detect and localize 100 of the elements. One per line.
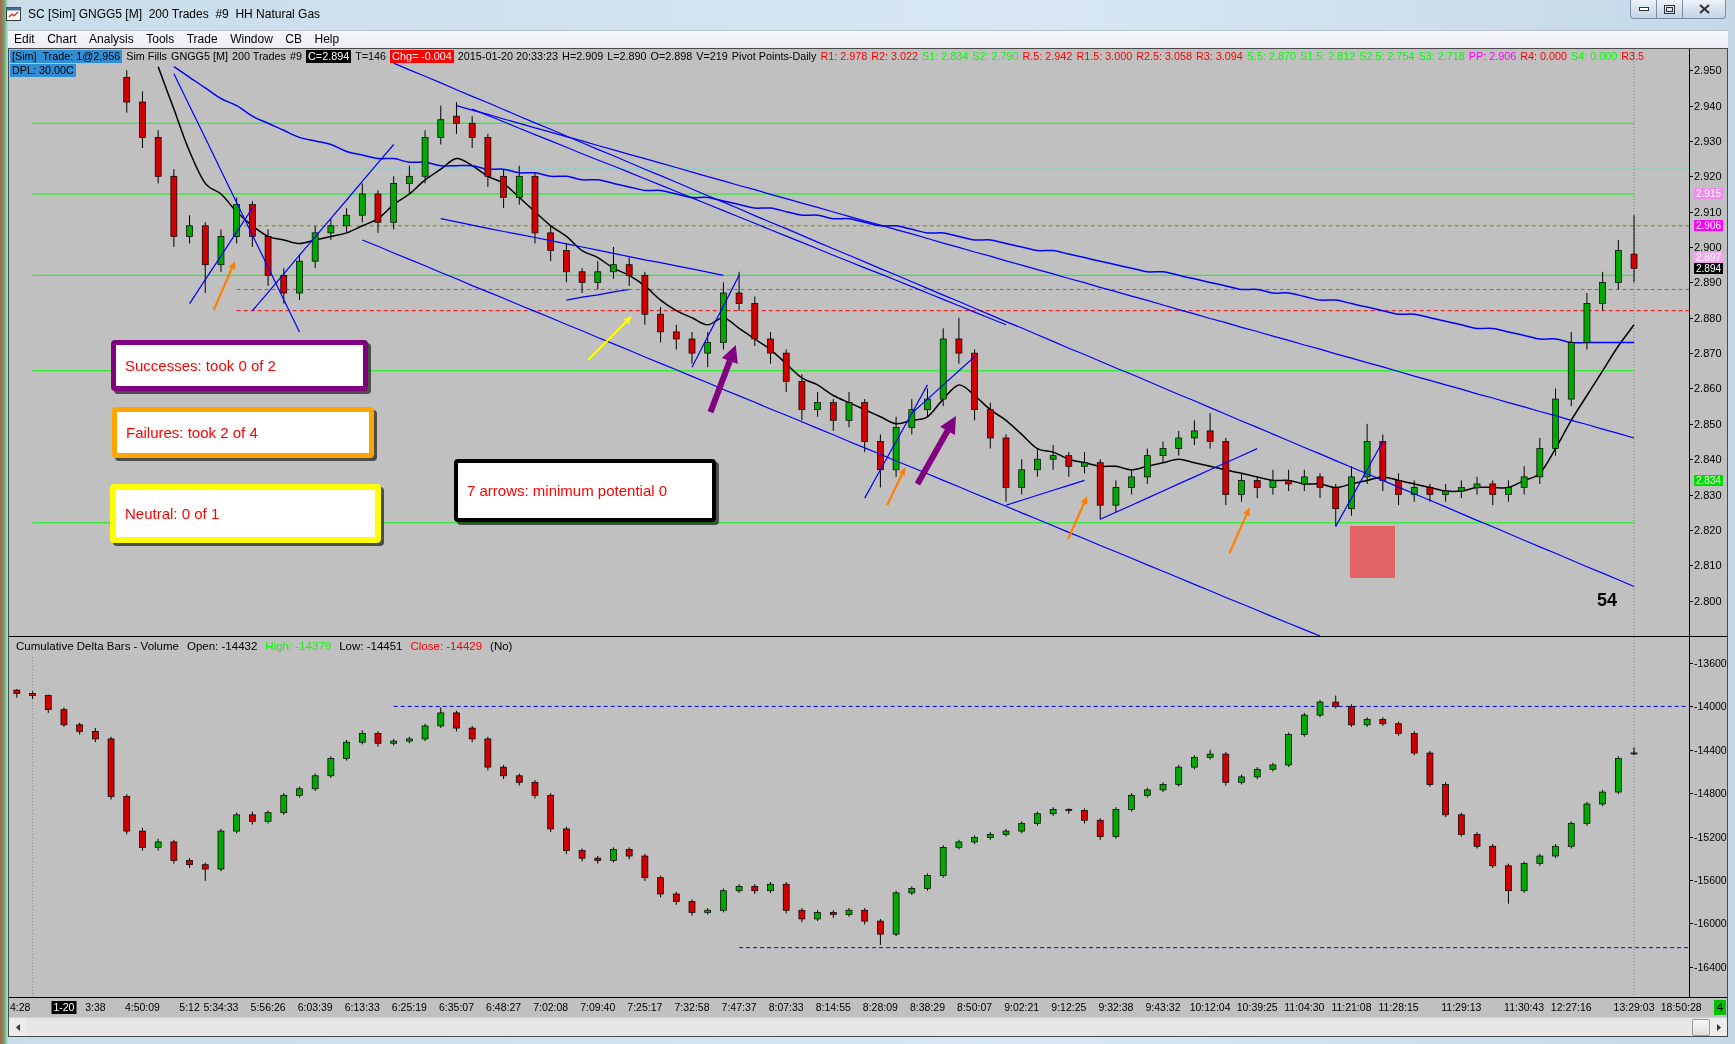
annotation-label: Successes: took 0 of 2	[111, 340, 368, 391]
time-label: 13:29:03	[1613, 1001, 1655, 1014]
window-title: SC [Sim] GNGG5 [M] 200 Trades #9 HH Natural Gas	[28, 6, 321, 22]
price-scale-label: 2.880	[1690, 311, 1722, 324]
annotation-label: Failures: took 2 of 4	[112, 407, 374, 458]
chart-info-text: H=2.909	[562, 50, 604, 63]
time-label: 12:27:16	[1550, 1001, 1592, 1014]
time-label: 18:50:28	[1660, 1001, 1702, 1014]
price-scale-label: 2.910	[1690, 205, 1722, 218]
time-label: 3:38	[85, 1001, 106, 1014]
pivot-level-text: R1: 2.978	[820, 50, 868, 63]
time-label: 6:48:27	[486, 1001, 522, 1014]
price-scale-label: 2.950	[1690, 64, 1722, 77]
price-tag: 2.906	[1694, 220, 1724, 232]
time-label: 11:29:13	[1441, 1001, 1482, 1014]
time-label: 9:32:38	[1098, 1001, 1134, 1014]
price-scale-label: 2.870	[1690, 347, 1722, 360]
last-price-tag: C=2.894	[306, 50, 352, 63]
price-scale-label: 2.940	[1690, 99, 1722, 112]
pivot-level-text: PP: 2.906	[1468, 50, 1517, 63]
pivot-level-text: S2: 2.790	[972, 50, 1019, 63]
chart-info-text: 2015-01-20 20:33:23	[457, 50, 559, 63]
time-label: 6:25:19	[391, 1001, 427, 1014]
time-label: 4:50:09	[124, 1001, 160, 1014]
time-label: 6:35:07	[438, 1001, 474, 1014]
status-counter: 4	[1713, 1000, 1726, 1015]
indicator-stat: Open: -14432	[187, 639, 258, 653]
time-label: 8:50:07	[957, 1001, 993, 1014]
annotation-label: 7 arrows: minimum potential 0	[454, 459, 716, 522]
time-label: 7:32:58	[674, 1001, 710, 1014]
price-scale-label: 2.930	[1690, 134, 1722, 147]
delta-scale-label: -14400	[1690, 743, 1727, 756]
pivot-level-text: S3: 2.718	[1418, 50, 1465, 63]
annotation-label: Neutral: 0 of 1	[110, 484, 381, 543]
chart-info-text: O=2.898	[650, 50, 693, 63]
time-label: 8:38:29	[910, 1001, 945, 1014]
time-label: 8:14:55	[815, 1001, 851, 1014]
pivot-level-text: S1: 2.834	[922, 50, 969, 63]
price-tag: 2.915	[1694, 188, 1724, 200]
delta-scale-label: -16400	[1690, 960, 1727, 973]
account-tag: [Sim] Trade: 1@2.956	[10, 50, 123, 63]
date-label: 1-20	[51, 1001, 77, 1014]
chart-info-text: L=2.890	[607, 50, 647, 63]
time-label: 9:43:32	[1145, 1001, 1181, 1014]
time-label: 7:47:37	[721, 1001, 757, 1014]
price-scale-label: 2.920	[1690, 170, 1722, 183]
time-label: 10:12:04	[1189, 1001, 1231, 1014]
price-tag: 2.834	[1694, 474, 1724, 486]
time-label: 5:56:26	[250, 1001, 286, 1014]
time-label: 9:12:25	[1051, 1001, 1087, 1014]
indicator-stat: High: -14379	[265, 639, 332, 653]
time-label: 8:28:09	[862, 1001, 898, 1014]
price-scale-label: 2.830	[1690, 488, 1722, 501]
chart-info-text: V=219	[696, 50, 728, 63]
time-label: 7:02:08	[533, 1001, 569, 1014]
price-tag: 2.897	[1694, 252, 1724, 264]
pivot-level-text: R2.5: 3.058	[1136, 50, 1193, 63]
pivot-level-text: R2: 3.022	[871, 50, 919, 63]
indicator-title: Cumulative Delta Bars - Volume	[16, 639, 179, 653]
time-label: 11:04:30	[1284, 1001, 1325, 1014]
delta-scale-label: -14000	[1690, 700, 1727, 713]
delta-scale-label: -14800	[1690, 787, 1727, 800]
time-label: 7:09:40	[580, 1001, 616, 1014]
chart-info-text: Pivot Points-Daily	[731, 50, 817, 63]
time-label: 5:34:33	[203, 1001, 239, 1014]
price-scale-label: 2.840	[1690, 453, 1722, 466]
time-label: 4:28	[10, 1001, 31, 1014]
price-scale-label: 2.890	[1690, 276, 1722, 289]
account-tag: DPL: 30.00C	[10, 64, 76, 77]
indicator-stat: Close: -14429	[410, 639, 483, 653]
price-scale-label: 2.800	[1690, 594, 1722, 607]
time-label: 11:30:43	[1504, 1001, 1545, 1014]
time-label: 6:03:39	[297, 1001, 333, 1014]
change-tag: Chg= -0.004	[390, 50, 454, 63]
pivot-level-text: R.5: 2.942	[1022, 50, 1073, 63]
time-label: 5:12	[179, 1001, 200, 1014]
pivot-level-text: S4: 0.000	[1571, 50, 1618, 63]
indicator-stat: (No)	[490, 639, 513, 653]
pivot-level-text: S.5: 2.870	[1246, 50, 1297, 63]
pivot-level-text: S2.5: 2.754	[1359, 50, 1415, 63]
pivot-level-text: R1.5: 3.000	[1076, 50, 1133, 63]
chart-info-text: GNGG5 [M]	[171, 50, 228, 63]
time-label: 11:28:15	[1378, 1001, 1419, 1014]
chart-info-text: #9	[290, 50, 303, 63]
delta-scale-label: -15600	[1690, 873, 1727, 886]
chart-info-text: T=146	[355, 50, 387, 63]
pivot-level-text: R3.5	[1621, 50, 1645, 63]
price-scale-label: 2.820	[1690, 523, 1722, 536]
delta-scale-label: -15200	[1690, 830, 1727, 843]
price-scale-label: 2.850	[1690, 417, 1722, 430]
delta-scale-label: -13600	[1690, 657, 1727, 669]
pivot-level-text: R4: 0.000	[1520, 50, 1568, 63]
price-tag: 2.894	[1694, 262, 1724, 274]
price-scale-label: 2.900	[1690, 241, 1722, 253]
indicator-stat: Low: -14451	[339, 639, 403, 653]
price-scale-label: 2.810	[1690, 559, 1722, 572]
chart-info-text: 200 Trades	[232, 50, 286, 63]
time-label: 9:02:21	[1004, 1001, 1040, 1014]
delta-scale-label: -16000	[1690, 917, 1727, 930]
time-label: 11:21:08	[1331, 1001, 1372, 1014]
